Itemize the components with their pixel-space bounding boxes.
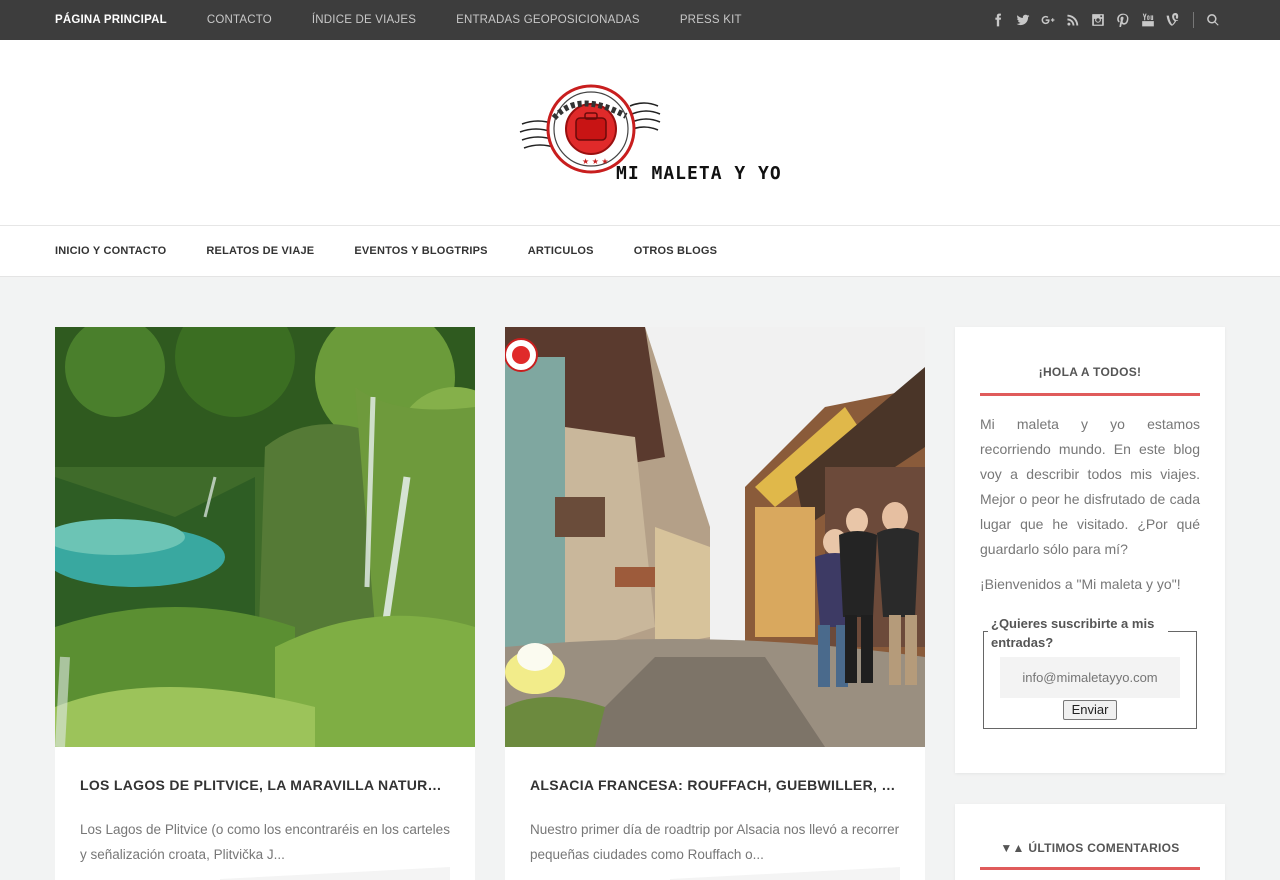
post-image-plitvice[interactable] [55,327,475,747]
post-title[interactable]: Alsacia francesa: Rouffach, Guebwiller, … [530,777,900,793]
search-icon[interactable] [1200,0,1225,40]
social-icons [985,0,1225,40]
top-bar: Página principal Contacto Índice de viaj… [0,0,1280,40]
top-nav-travel-index[interactable]: Índice de viajes [312,14,416,26]
widget-title-underline [980,393,1200,396]
post-card: Los Lagos de Plitvice, la maravilla natu… [55,327,475,880]
about-text: Mi maleta y yo estamos recorriendo mundo… [980,416,1200,557]
post-excerpt: Los Lagos de Plitvice (o como los encont… [80,822,450,862]
nav-item-events[interactable]: Eventos y blogtrips [354,245,487,257]
welcome-text: ¡Bienvenidos a "Mi maleta y yo"! [980,576,1181,592]
twitter-icon[interactable] [1010,0,1035,40]
top-nav-geo-posts[interactable]: Entradas geoposicionadas [456,14,640,26]
logo-text[interactable]: MI MALETA Y YO [616,163,782,184]
youtube-icon[interactable] [1135,0,1160,40]
top-nav-home[interactable]: Página principal [55,14,167,26]
post-image-alsace[interactable] [505,327,925,747]
google-plus-icon[interactable] [1035,0,1060,40]
recent-comments-widget: ▼▲ Últimos comentarios [955,804,1225,880]
top-nav-contact[interactable]: Contacto [207,14,272,26]
submit-button[interactable]: Enviar [1063,700,1117,720]
instagram-icon[interactable] [1085,0,1110,40]
nav-item-articles[interactable]: Articulos [528,245,594,257]
svg-text:★ ★ ★: ★ ★ ★ [582,157,609,166]
vine-icon[interactable] [1160,0,1185,40]
facebook-icon[interactable] [985,0,1010,40]
email-input[interactable] [1000,657,1180,698]
social-divider [1193,12,1194,28]
post-card: Alsacia francesa: Rouffach, Guebwiller, … [505,327,925,880]
site-header: ★ ★ ★ MI MALETA Y YO [0,40,1280,226]
top-nav-press-kit[interactable]: Press Kit [680,14,742,26]
widget-title: ▼▲ Últimos comentarios [1000,841,1180,855]
nav-item-home-contact[interactable]: Inicio y contacto [55,245,166,257]
widget-title: ¡Hola a todos! [1038,365,1142,379]
post-footer-decoration [670,867,900,880]
post-title[interactable]: Los Lagos de Plitvice, la maravilla natu… [80,777,450,793]
nav-item-travel-stories[interactable]: Relatos de viaje [206,245,314,257]
nav-item-other-blogs[interactable]: Otros blogs [634,245,717,257]
welcome-widget: ¡Hola a todos! Mi maleta y yo estamos re… [955,327,1225,773]
widget-title-underline [980,867,1200,870]
top-nav: Página principal Contacto Índice de viaj… [55,0,782,40]
main-nav: Inicio y contacto Relatos de viaje Event… [0,226,1280,277]
subscribe-label: ¿Quieres suscribirte a mis entradas? [988,614,1168,652]
post-excerpt: Nuestro primer día de roadtrip por Alsac… [530,822,900,862]
post-footer-decoration [220,867,450,880]
pinterest-icon[interactable] [1110,0,1135,40]
rss-icon[interactable] [1060,0,1085,40]
